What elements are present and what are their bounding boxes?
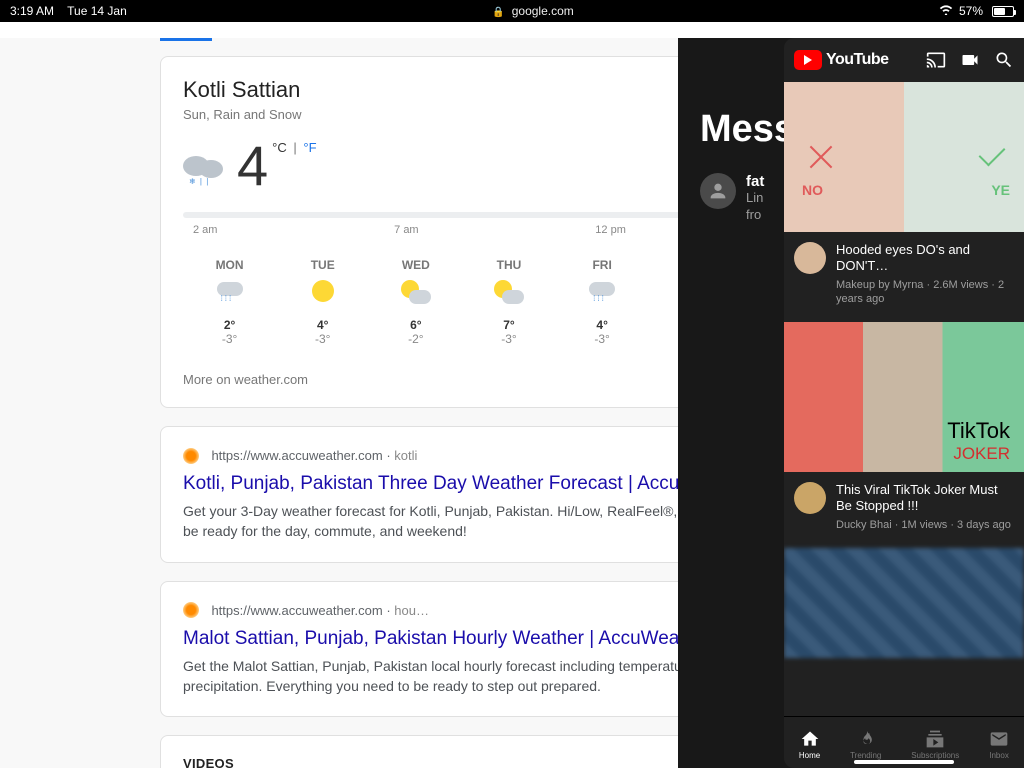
- cast-icon[interactable]: [926, 50, 946, 70]
- wifi-icon: [939, 4, 953, 18]
- battery-percent: 57%: [959, 4, 983, 18]
- accuweather-favicon-icon: [183, 448, 199, 464]
- video-meta: Makeup by Myrna · 2.6M views · 2 years a…: [836, 278, 1014, 307]
- status-time: 3:19 AM: [10, 4, 54, 18]
- nav-trending[interactable]: Trending: [850, 729, 881, 760]
- weather-day-icon: [493, 280, 525, 310]
- tab-indicator: [160, 38, 212, 41]
- message-preview: Linfro: [746, 190, 764, 224]
- youtube-slideover[interactable]: YouTube NO YE Hooded eyes DO's and DON'T…: [784, 38, 1024, 768]
- channel-avatar-icon[interactable]: [794, 482, 826, 514]
- forecast-day[interactable]: TUE4°-3°: [276, 252, 369, 358]
- video-item[interactable]: This Viral TikTok Joker Must Be Stopped …: [784, 472, 1024, 548]
- forecast-day[interactable]: MON2°-3°: [183, 252, 276, 358]
- youtube-logo[interactable]: YouTube: [794, 50, 889, 70]
- nav-inbox[interactable]: Inbox: [989, 729, 1009, 760]
- video-item[interactable]: Hooded eyes DO's and DON'T… Makeup by My…: [784, 232, 1024, 322]
- weather-day-icon: [307, 280, 339, 310]
- contact-avatar-icon: [700, 173, 736, 209]
- lock-icon: 🔒: [492, 7, 504, 18]
- contact-name: fat: [746, 173, 764, 190]
- nav-home[interactable]: Home: [799, 729, 820, 760]
- forecast-day[interactable]: WED6°-2°: [369, 252, 462, 358]
- ios-status-bar: 3:19 AM Tue 14 Jan 🔒 google.com 57%: [0, 0, 1024, 22]
- forecast-day[interactable]: THU7°-3°: [462, 252, 555, 358]
- battery-icon: [989, 6, 1014, 17]
- status-date: Tue 14 Jan: [67, 4, 127, 18]
- weather-day-icon: [586, 280, 618, 310]
- video-thumbnail[interactable]: TikTok JOKER: [784, 322, 1024, 472]
- temp-units[interactable]: °C | °F: [272, 140, 316, 155]
- accuweather-favicon-icon: [183, 602, 199, 618]
- weather-now-icon: ❄︎ | |: [183, 152, 227, 182]
- weather-current-temp: 4: [237, 138, 268, 194]
- nav-subscriptions[interactable]: Subscriptions: [911, 729, 959, 760]
- search-icon[interactable]: [994, 50, 1014, 70]
- youtube-header: YouTube: [784, 38, 1024, 82]
- forecast-day[interactable]: FRI4°-3°: [556, 252, 649, 358]
- video-title: This Viral TikTok Joker Must Be Stopped …: [836, 482, 1014, 515]
- youtube-feed[interactable]: NO YE Hooded eyes DO's and DON'T… Makeup…: [784, 82, 1024, 716]
- video-thumbnail[interactable]: [784, 548, 1024, 658]
- video-meta: Ducky Bhai · 1M views · 3 days ago: [836, 518, 1014, 532]
- video-title: Hooded eyes DO's and DON'T…: [836, 242, 1014, 275]
- result-url: https://www.accuweather.com · kotli: [211, 448, 417, 463]
- channel-avatar-icon[interactable]: [794, 242, 826, 274]
- weather-day-icon: [400, 280, 432, 310]
- home-indicator[interactable]: [854, 760, 954, 764]
- video-thumbnail[interactable]: NO YE: [784, 82, 1024, 232]
- youtube-play-icon: [794, 50, 822, 70]
- camera-icon[interactable]: [960, 50, 980, 70]
- url-domain[interactable]: google.com: [512, 4, 574, 18]
- youtube-bottom-nav: Home Trending Subscriptions Inbox: [784, 716, 1024, 768]
- weather-day-icon: [214, 280, 246, 310]
- result-url: https://www.accuweather.com · hou…: [211, 603, 429, 618]
